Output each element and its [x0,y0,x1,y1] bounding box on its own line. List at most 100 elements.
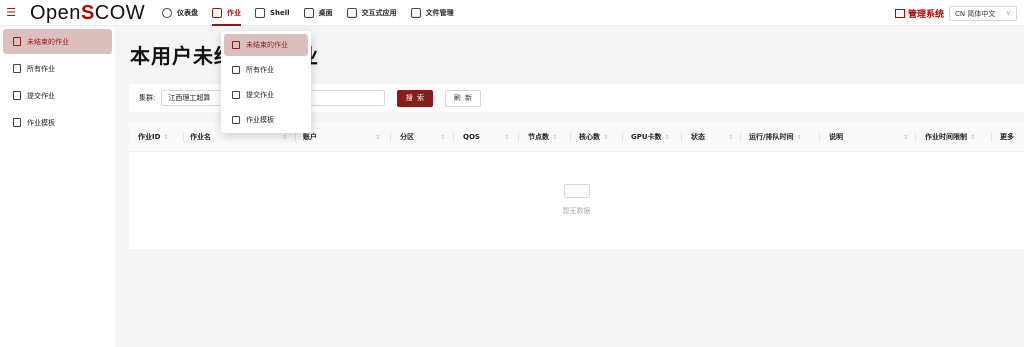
sort-icon: ⇕ [375,133,381,141]
jobs-dropdown-menu: 未结束的作业 所有作业 提交作业 作业模板 [221,31,311,133]
file-icon [410,7,421,18]
nav-dashboard-label: 仪表盘 [177,8,198,17]
search-button[interactable]: 搜 索 [397,89,434,107]
top-navbar: ☰ OpenSCOW 仪表盘 作业 Shell 桌面 交互式应用 文件管理 管理… [0,0,1024,26]
dropdown-item-label: 未结束的作业 [246,41,288,49]
column-header-state[interactable]: 状态 [691,122,705,152]
column-header-job-name[interactable]: 作业名 [190,122,211,152]
nav-dashboard[interactable]: 仪表盘 [158,0,208,26]
sort-icon: ⇕ [163,133,169,141]
dropdown-item-label: 作业模板 [246,116,274,124]
empty-text: 暂无数据 [562,207,591,215]
sort-icon: ⇕ [440,133,446,141]
column-header-qos[interactable]: QOS [463,122,480,152]
column-sort-state[interactable]: ⇕ [725,122,733,152]
column-header-description[interactable]: 说明 [829,122,843,152]
column-label: 作业时间限制 [925,133,967,141]
nav-interactive-apps-label: 交互式应用 [361,8,397,17]
sort-icon: ⇕ [282,133,288,141]
nav-jobs[interactable]: 作业 [208,0,251,26]
running-job-icon [232,41,240,49]
interactive-app-icon [346,7,357,18]
chevron-down-icon: ∨ [1005,9,1011,17]
sidebar: 未结束的作业 所有作业 提交作业 作业模板 [0,27,115,347]
column-sort-description[interactable]: ⇕ [900,122,908,152]
dropdown-item-all-jobs[interactable]: 所有作业 [224,59,308,81]
dropdown-item-running-jobs[interactable]: 未结束的作业 [224,34,308,56]
dropdown-item-label: 所有作业 [246,66,274,74]
sidebar-item-label: 提交作业 [27,91,55,100]
template-icon [13,118,21,127]
column-divider [295,132,296,142]
column-header-time-limit[interactable]: 作业时间限制 ⇕ [925,122,975,152]
admin-icon [894,8,905,18]
column-label: GPU卡数 [631,133,662,141]
logo-text-s: S [80,1,95,24]
column-header-job-id[interactable]: 作业ID ⇕ [138,122,168,152]
job-icon [212,7,222,18]
sidebar-item-running-jobs[interactable]: 未结束的作业 [3,29,112,54]
column-divider [622,132,623,142]
template-icon [232,116,240,124]
nav-file-manager[interactable]: 文件管理 [407,0,464,26]
sidebar-item-all-jobs[interactable]: 所有作业 [3,56,112,81]
sort-icon: ⇕ [504,133,510,141]
terminal-icon [255,7,265,18]
language-select-value: CN 简体中文 [955,9,996,18]
column-label: 说明 [829,133,843,141]
nav-interactive-apps[interactable]: 交互式应用 [343,0,407,26]
column-header-more: 更多 [1000,122,1014,152]
nav-desktop-label: 桌面 [318,8,333,17]
empty-inbox-icon [562,178,592,200]
running-job-icon [13,37,21,46]
empty-state: 暂无数据 [129,178,1024,216]
dropdown-item-label: 提交作业 [246,91,274,99]
menu-fold-icon[interactable]: ☰ [0,0,22,26]
column-sort-partition[interactable]: ⇕ [437,122,445,152]
column-label: 状态 [691,133,705,141]
submit-job-icon [232,91,240,99]
column-divider [991,132,992,142]
nav-jobs-label: 作业 [227,8,241,17]
column-header-run-time[interactable]: 运行/排队时间 ⇕ [749,122,802,152]
sidebar-item-label: 所有作业 [27,64,55,73]
column-divider [570,132,571,142]
app-logo[interactable]: OpenSCOW [30,0,158,26]
nav-shell-label: Shell [270,8,290,17]
logo-text-cow: COW [94,1,146,24]
sort-icon: ⇕ [728,133,734,141]
cluster-label: 集群: [139,94,156,102]
column-sort-qos[interactable]: ⇕ [501,122,509,152]
column-divider [915,132,916,142]
column-sort-account[interactable]: ⇕ [372,122,380,152]
sidebar-item-submit-job[interactable]: 提交作业 [3,83,112,108]
main-nav: 仪表盘 作业 Shell 桌面 交互式应用 文件管理 [158,0,464,26]
refresh-button[interactable]: 刷 新 [445,89,482,107]
sidebar-item-job-templates[interactable]: 作业模板 [3,110,112,135]
sort-icon: ⇕ [664,133,670,141]
column-label: 作业ID [138,133,161,141]
column-divider [681,132,682,142]
column-label: QOS [463,133,480,141]
nav-file-manager-label: 文件管理 [425,8,454,17]
column-header-gpus[interactable]: GPU卡数 ⇕ [631,122,670,152]
column-divider [390,132,391,142]
sort-icon: ⇕ [796,133,802,141]
nav-desktop[interactable]: 桌面 [300,0,343,26]
column-header-cores[interactable]: 核心数 ⇕ [579,122,608,152]
column-label: 分区 [400,133,414,141]
language-select[interactable]: CN 简体中文 ∨ [949,6,1017,21]
cluster-select-value: 江西理工超算 [168,94,211,102]
dropdown-item-job-templates[interactable]: 作业模板 [224,109,308,131]
logo-text-open: Open [30,1,81,24]
column-label: 更多 [1000,133,1014,141]
column-header-nodes[interactable]: 节点数 ⇕ [528,122,557,152]
all-jobs-icon [232,66,240,74]
column-header-partition[interactable]: 分区 [400,122,414,152]
sort-icon: ⇕ [903,133,909,141]
nav-shell[interactable]: Shell [251,0,300,26]
admin-system-link[interactable]: 管理系统 [894,0,944,26]
dropdown-item-submit-job[interactable]: 提交作业 [224,84,308,106]
jobs-table: 作业ID ⇕ 作业名 ⇕ 账户 ⇕ 分区 ⇕ QOS ⇕ 节点数 ⇕ 核心数 ⇕ GP… [129,122,1024,249]
all-jobs-icon [13,64,21,73]
